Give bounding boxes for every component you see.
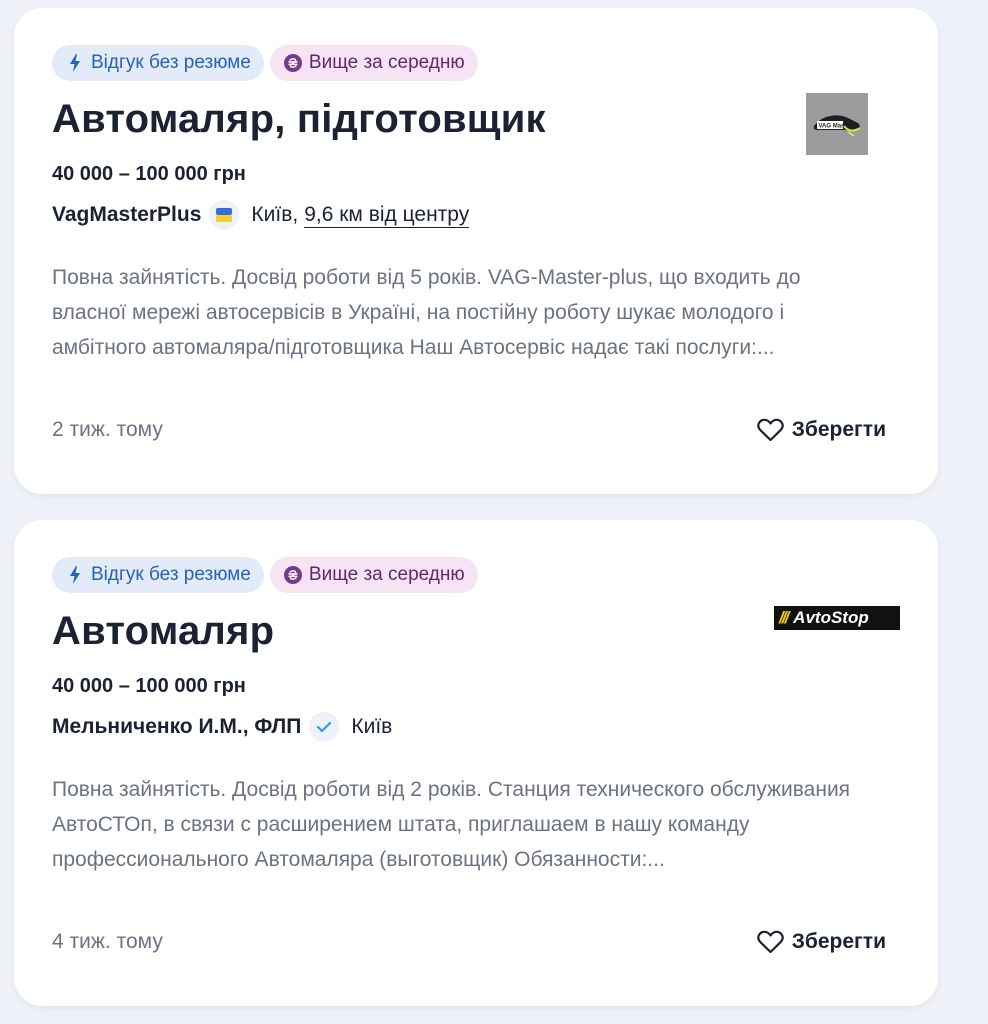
company-logo: /// AvtoStop [774, 606, 900, 630]
city: Київ [351, 715, 393, 738]
salary: 40 000 – 100 000 грн [52, 163, 246, 185]
company-logo: VAG Master [806, 93, 868, 155]
vacancy-footer: 4 тиж. тому Зберегти [52, 926, 886, 958]
hryvnia-icon [283, 566, 302, 584]
save-button[interactable]: Зберегти [756, 930, 886, 954]
heart-icon [756, 930, 784, 954]
logo-text: AvtoStop [793, 608, 869, 627]
tag-label: Вище за середню [308, 564, 465, 585]
tag-label: Відгук без резюме [91, 52, 251, 73]
company-row: VagMasterPlus Київ, 9,6 км від центру [52, 200, 900, 230]
tag-no-resume: Відгук без резюме [52, 557, 264, 593]
vacancy-footer: 2 тиж. тому Зберегти [52, 414, 886, 446]
company-name[interactable]: Мельниченко И.М., ФЛП [52, 712, 301, 742]
vacancy-title[interactable]: Автомаляр [52, 606, 900, 656]
tag-list: Відгук без резюме Вище за середню [52, 45, 900, 81]
save-button[interactable]: Зберегти [756, 418, 886, 442]
tag-label: Відгук без резюме [91, 564, 251, 585]
save-label: Зберегти [791, 418, 886, 441]
posted-time: 4 тиж. тому [52, 930, 163, 953]
tag-list: Відгук без резюме Вище за середню [52, 557, 900, 593]
tag-above-average: Вище за середню [269, 557, 478, 593]
company-row: Мельниченко И.М., ФЛП Київ [52, 712, 900, 742]
vacancy-card[interactable]: Відгук без резюме Вище за середню Автома… [14, 520, 938, 1006]
logo-stripes: /// [779, 608, 789, 627]
vacancy-card[interactable]: Відгук без резюме Вище за середню Автома… [14, 8, 938, 494]
vacancy-card-content: Відгук без резюме Вище за середню Автома… [52, 557, 900, 877]
lightning-icon [66, 566, 84, 584]
tag-no-resume: Відгук без резюме [52, 45, 264, 81]
vacancy-title[interactable]: Автомаляр, підготовщик [52, 94, 900, 144]
city: Київ, [251, 203, 299, 226]
hryvnia-icon [283, 54, 302, 72]
lightning-icon [66, 54, 84, 72]
heart-icon [756, 418, 784, 442]
save-label: Зберегти [791, 930, 886, 953]
vacancy-list: Відгук без резюме Вище за середню Автома… [0, 0, 988, 1024]
vacancy-description: Повна зайнятість. Досвід роботи від 5 ро… [52, 266, 801, 359]
tag-label: Вище за середню [308, 52, 465, 73]
vacancy-description: Повна зайнятість. Досвід роботи від 2 ро… [52, 778, 851, 871]
company-name[interactable]: VagMasterPlus [52, 200, 201, 230]
tag-above-average: Вище за середню [269, 45, 478, 81]
distance-link[interactable]: 9,6 км від центру [304, 203, 470, 228]
posted-time: 2 тиж. тому [52, 418, 163, 441]
verified-check-icon [309, 712, 340, 742]
ukraine-flag-icon [209, 200, 240, 230]
salary: 40 000 – 100 000 грн [52, 675, 246, 697]
vacancy-card-content: Відгук без резюме Вище за середню Автома… [52, 45, 900, 365]
